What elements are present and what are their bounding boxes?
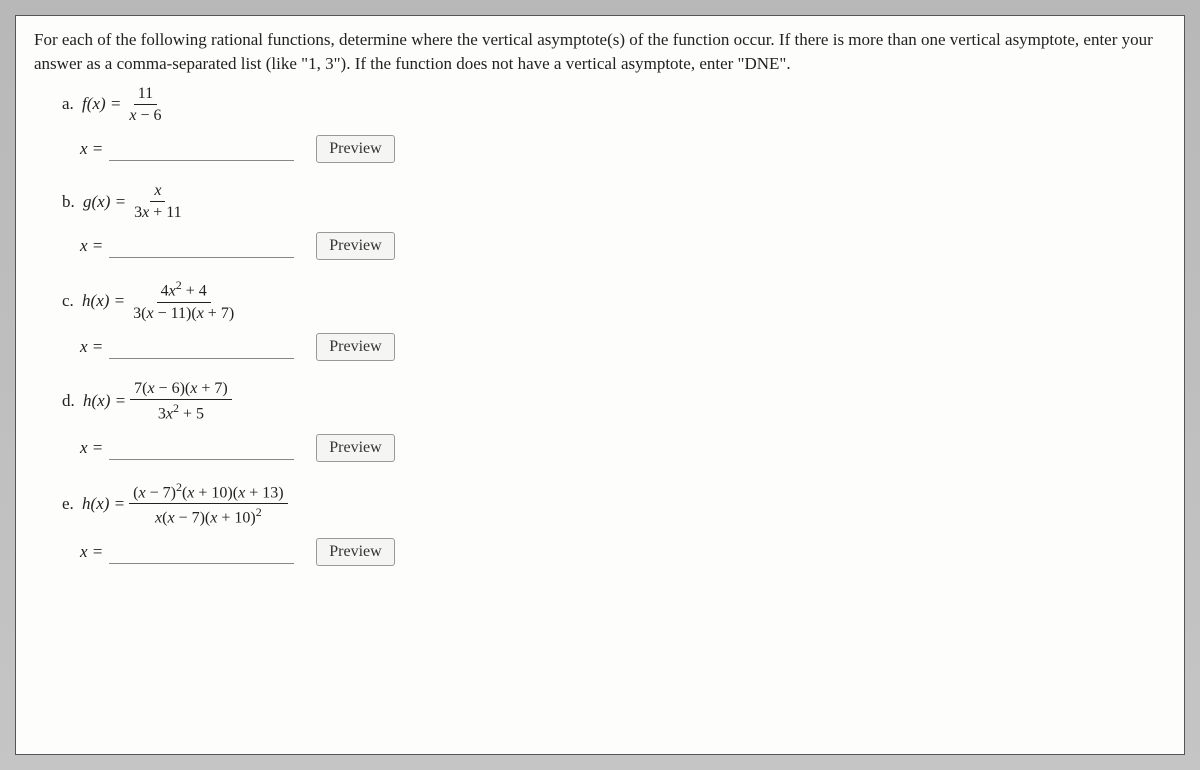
part-c-input[interactable] (109, 335, 294, 359)
part-e: e. h(x) = (x − 7)2(x + 10)(x + 13) x(x −… (62, 480, 1166, 528)
part-d: d. h(x) = 7(x − 6)(x + 7) 3x2 + 5 (62, 379, 1166, 424)
part-d-input[interactable] (109, 436, 294, 460)
part-d-label: d. (62, 391, 75, 411)
part-c-preview-button[interactable]: Preview (316, 333, 394, 361)
part-d-answer-row: x = Preview (80, 434, 1166, 462)
part-c-answer-row: x = Preview (80, 333, 1166, 361)
part-b: b. g(x) = x 3x + 11 (62, 181, 1166, 222)
part-c-label: c. (62, 291, 74, 311)
x-equals-label: x = (80, 139, 103, 159)
part-e-label: e. (62, 494, 74, 514)
part-e-equation: h(x) = (x − 7)2(x + 10)(x + 13) x(x − 7)… (82, 480, 292, 528)
part-d-equation: h(x) = 7(x − 6)(x + 7) 3x2 + 5 (83, 379, 236, 424)
part-a-preview-button[interactable]: Preview (316, 135, 394, 163)
part-b-equation: g(x) = x 3x + 11 (83, 181, 190, 222)
part-b-preview-button[interactable]: Preview (316, 232, 394, 260)
part-a-answer-row: x = Preview (80, 135, 1166, 163)
question-panel: For each of the following rational funct… (15, 15, 1185, 755)
part-b-answer-row: x = Preview (80, 232, 1166, 260)
part-e-input[interactable] (109, 540, 294, 564)
x-equals-label: x = (80, 337, 103, 357)
x-equals-label: x = (80, 236, 103, 256)
part-a-label: a. (62, 94, 74, 114)
x-equals-label: x = (80, 438, 103, 458)
part-c: c. h(x) = 4x2 + 4 3(x − 11)(x + 7) (62, 278, 1166, 323)
part-d-preview-button[interactable]: Preview (316, 434, 394, 462)
part-b-input[interactable] (109, 234, 294, 258)
part-c-equation: h(x) = 4x2 + 4 3(x − 11)(x + 7) (82, 278, 242, 323)
part-e-answer-row: x = Preview (80, 538, 1166, 566)
instructions-text: For each of the following rational funct… (34, 28, 1166, 76)
part-a-input[interactable] (109, 137, 294, 161)
x-equals-label: x = (80, 542, 103, 562)
part-e-preview-button[interactable]: Preview (316, 538, 394, 566)
part-b-label: b. (62, 192, 75, 212)
part-a: a. f(x) = 11 x − 6 (62, 84, 1166, 125)
part-a-equation: f(x) = 11 x − 6 (82, 84, 169, 125)
